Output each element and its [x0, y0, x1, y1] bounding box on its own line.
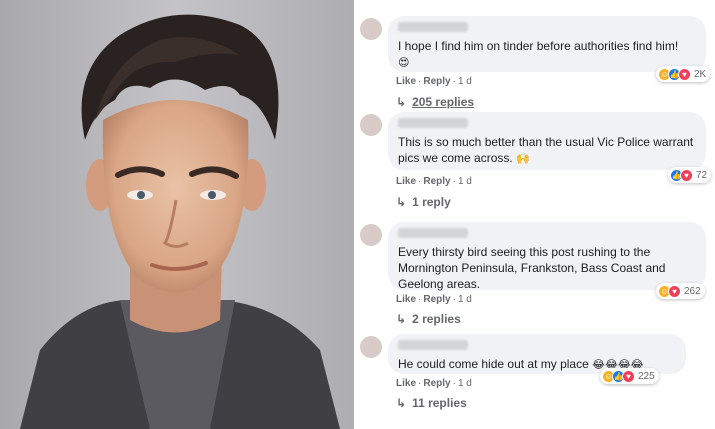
view-replies-link[interactable]: ↳ 1 reply: [396, 195, 451, 209]
love-icon: ♥: [680, 168, 693, 182]
author-name-blurred[interactable]: [398, 118, 468, 128]
reply-arrow-icon: ↳: [396, 95, 407, 109]
view-replies-link[interactable]: ↳ 2 replies: [396, 312, 461, 326]
comments-panel: I hope I find him on tinder before autho…: [354, 0, 715, 429]
author-name-blurred[interactable]: [398, 22, 468, 32]
reaction-summary[interactable]: ☺ ♥ 262: [656, 283, 705, 299]
emoji: 😍: [398, 57, 410, 69]
reply-arrow-icon: ↳: [396, 312, 407, 326]
love-icon: ♥: [678, 67, 691, 81]
replies-count: 11 replies: [412, 396, 467, 410]
comment-text: Every thirsty bird seeing this post rush…: [398, 245, 666, 291]
avatar[interactable]: [360, 336, 382, 358]
reaction-count: 262: [684, 285, 701, 297]
reply-arrow-icon: ↳: [396, 195, 407, 209]
comment-bubble: This is so much better than the usual Vi…: [388, 112, 706, 170]
comment-actions: Like · Reply · 1 d: [396, 76, 472, 87]
reaction-summary[interactable]: ☺ 👍 ♥ 2K: [656, 66, 711, 82]
timestamp[interactable]: 1 d: [458, 294, 472, 305]
reply-link[interactable]: Reply: [423, 76, 450, 87]
love-icon: ♥: [622, 369, 635, 383]
view-replies-link[interactable]: ↳ 205 replies: [396, 95, 474, 109]
comment-actions: Like · Reply · 1 d: [396, 176, 472, 187]
reaction-count: 72: [696, 169, 708, 181]
comment-actions: Like · Reply · 1 d: [396, 294, 472, 305]
comment-bubble: Every thirsty bird seeing this post rush…: [388, 222, 706, 291]
love-icon: ♥: [668, 284, 681, 298]
like-link[interactable]: Like: [396, 378, 416, 389]
avatar[interactable]: [360, 224, 382, 246]
reply-link[interactable]: Reply: [423, 378, 450, 389]
replies-count: 2 replies: [412, 312, 461, 326]
view-replies-link[interactable]: ↳ 11 replies: [396, 396, 467, 410]
mugshot-photo: [0, 0, 354, 429]
comment-actions: Like · Reply · 1 d: [396, 378, 472, 389]
timestamp[interactable]: 1 d: [458, 76, 472, 87]
replies-count: 1 reply: [412, 195, 451, 209]
comment-bubble: I hope I find him on tinder before autho…: [388, 16, 706, 72]
reply-link[interactable]: Reply: [423, 176, 450, 187]
author-name-blurred[interactable]: [398, 228, 468, 238]
reaction-summary[interactable]: 👍 ♥ 72: [668, 167, 712, 183]
avatar[interactable]: [360, 18, 382, 40]
reply-arrow-icon: ↳: [396, 396, 407, 410]
like-link[interactable]: Like: [396, 76, 416, 87]
reaction-count: 2K: [694, 68, 707, 80]
reaction-count: 225: [638, 370, 655, 382]
replies-count: 205 replies: [412, 95, 475, 109]
reply-link[interactable]: Reply: [423, 294, 450, 305]
avatar[interactable]: [360, 114, 382, 136]
reaction-summary[interactable]: ☺ 👍 ♥ 225: [600, 368, 659, 384]
comment-text: This is so much better than the usual Vi…: [398, 135, 694, 165]
emoji: 🙌: [516, 153, 530, 165]
like-link[interactable]: Like: [396, 294, 416, 305]
timestamp[interactable]: 1 d: [458, 176, 472, 187]
portrait-illustration: [0, 0, 354, 429]
comment-text: I hope I find him on tinder before autho…: [398, 39, 679, 69]
timestamp[interactable]: 1 d: [458, 378, 472, 389]
like-link[interactable]: Like: [396, 176, 416, 187]
author-name-blurred[interactable]: [398, 340, 468, 350]
